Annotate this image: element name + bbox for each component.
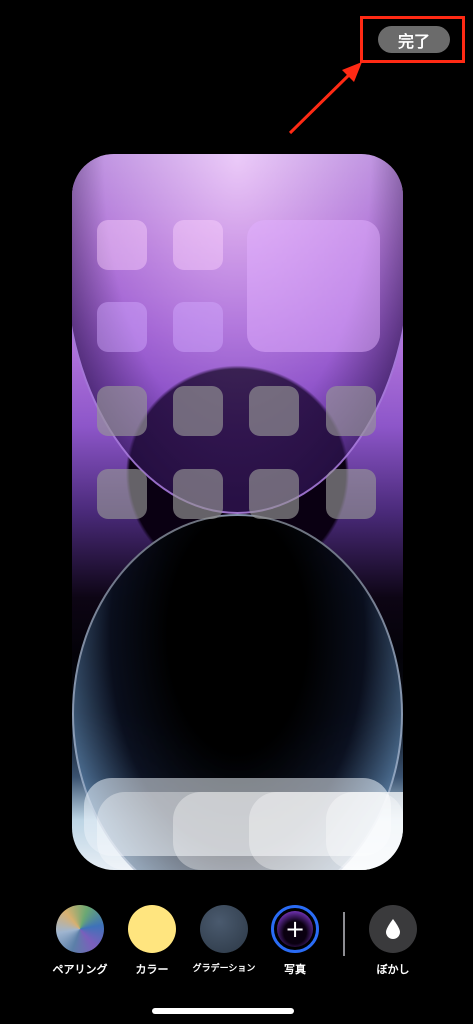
blur-option[interactable]: ぼかし xyxy=(352,905,434,977)
app-icon-placeholder xyxy=(249,386,299,436)
app-icon-placeholder xyxy=(97,302,147,352)
color-option[interactable]: カラー xyxy=(111,905,193,977)
app-icon-placeholder xyxy=(326,469,376,519)
pairing-swatch-icon xyxy=(56,905,104,953)
gradient-label: グラデーション xyxy=(192,964,256,974)
blur-button xyxy=(369,905,417,953)
app-icon-placeholder xyxy=(173,386,223,436)
blur-drop-icon xyxy=(386,919,400,939)
app-icon-placeholder xyxy=(173,220,223,270)
app-icon-placeholder xyxy=(326,386,376,436)
blur-label: ぼかし xyxy=(376,963,410,976)
pairing-option[interactable]: ペアリング xyxy=(39,905,121,977)
app-icon-placeholder xyxy=(97,220,147,270)
dock-placeholder xyxy=(84,778,403,870)
app-icon-placeholder xyxy=(97,386,147,436)
app-icon-placeholder xyxy=(173,302,223,352)
color-label: カラー xyxy=(135,963,169,976)
wallpaper-options-toolbar: ペアリング カラー グラデーション + 写真 ぼかし xyxy=(0,905,473,985)
app-icon-placeholder xyxy=(173,469,223,519)
photo-add-icon: + xyxy=(277,911,313,947)
done-button[interactable]: 完了 xyxy=(378,26,450,53)
photo-selected-ring: + xyxy=(271,905,319,953)
done-annotation-box: 完了 xyxy=(360,16,465,63)
toolbar-divider xyxy=(343,912,345,956)
dock-icon-placeholder xyxy=(326,792,403,870)
app-icon-placeholder xyxy=(97,469,147,519)
home-indicator[interactable] xyxy=(152,1008,294,1014)
gradient-option[interactable]: グラデーション xyxy=(183,905,265,974)
home-screen-preview xyxy=(72,154,403,870)
widget-placeholder xyxy=(247,220,380,352)
gradient-swatch-icon xyxy=(200,905,248,953)
photo-label: 写真 xyxy=(284,963,306,976)
photo-option[interactable]: + 写真 xyxy=(254,905,336,977)
pairing-label: ペアリング xyxy=(52,963,108,976)
color-swatch-icon xyxy=(128,905,176,953)
app-icon-placeholder xyxy=(249,469,299,519)
